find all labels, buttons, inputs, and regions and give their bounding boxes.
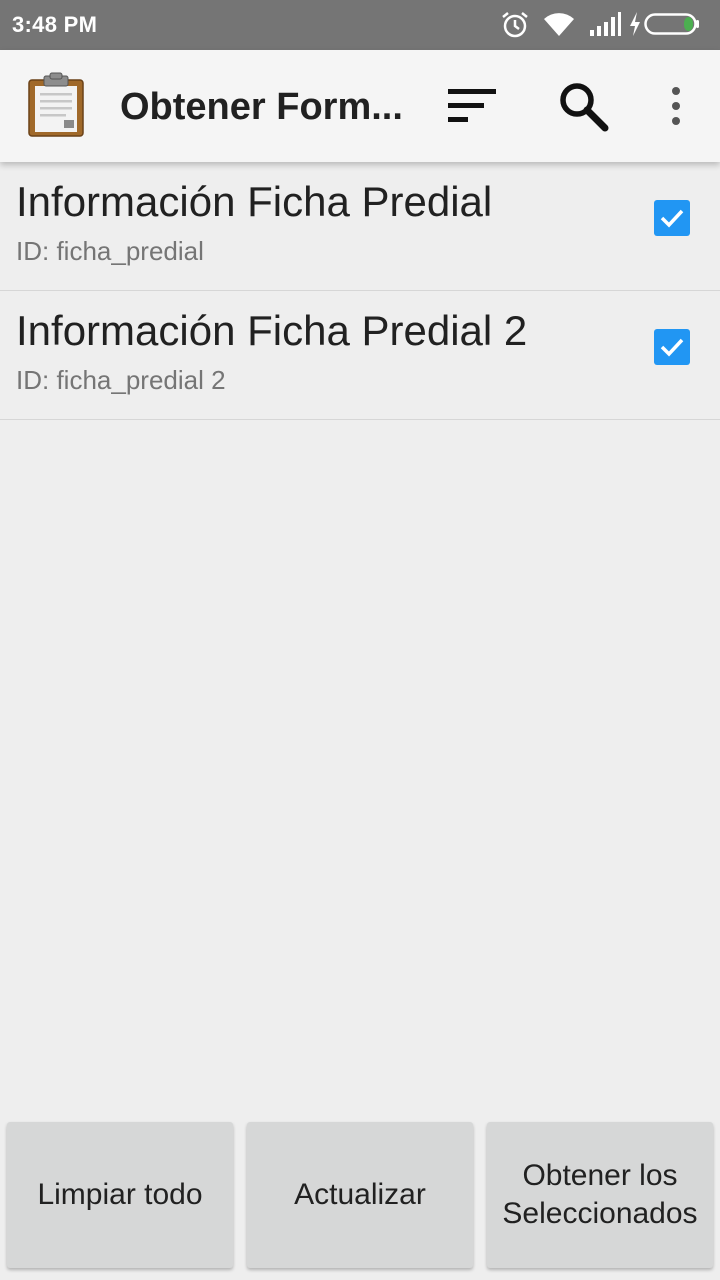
list-item[interactable]: Información Ficha Predial ID: ficha_pred… (0, 162, 720, 291)
check-icon (660, 338, 684, 357)
app-title: Obtener Form... (120, 86, 403, 128)
search-icon (560, 83, 609, 132)
form-checkbox[interactable] (654, 329, 690, 365)
status-icons (500, 10, 710, 40)
refresh-label: Actualizar (294, 1178, 426, 1211)
form-id: ID: ficha_predial (16, 236, 204, 266)
wifi-icon (544, 13, 574, 36)
status-bar: 3:48 PM (0, 0, 720, 50)
get-selected-button[interactable]: Obtener los Seleccionados (487, 1122, 713, 1268)
more-vert-icon (672, 87, 680, 125)
form-id: ID: ficha_predial 2 (16, 365, 226, 395)
refresh-button[interactable]: Actualizar (247, 1122, 473, 1268)
list-item[interactable]: Información Ficha Predial 2 ID: ficha_pr… (0, 291, 720, 420)
form-title: Información Ficha Predial (16, 178, 493, 225)
overflow-menu-button[interactable] (644, 74, 708, 138)
clear-all-label: Limpiar todo (37, 1178, 203, 1211)
get-selected-label: Obtener los Seleccionados (502, 1159, 698, 1230)
clear-all-button[interactable]: Limpiar todo (7, 1122, 233, 1268)
form-title: Información Ficha Predial 2 (16, 307, 528, 354)
sort-button[interactable] (440, 74, 504, 138)
signal-icon (590, 12, 621, 36)
battery-icon (644, 13, 699, 35)
sort-icon (448, 89, 496, 122)
charging-icon (630, 12, 640, 36)
form-checkbox[interactable] (654, 200, 690, 236)
form-list: Información Ficha Predial ID: ficha_pred… (0, 162, 720, 420)
status-time: 3:48 PM (12, 12, 98, 37)
check-icon (660, 209, 684, 228)
search-button[interactable] (551, 74, 615, 138)
app-bar: Obtener Form... (0, 50, 720, 162)
clipboard-icon (28, 72, 84, 137)
alarm-icon (502, 12, 528, 38)
bottom-button-bar: Limpiar todo Actualizar Obtener los Sele… (0, 1118, 720, 1280)
